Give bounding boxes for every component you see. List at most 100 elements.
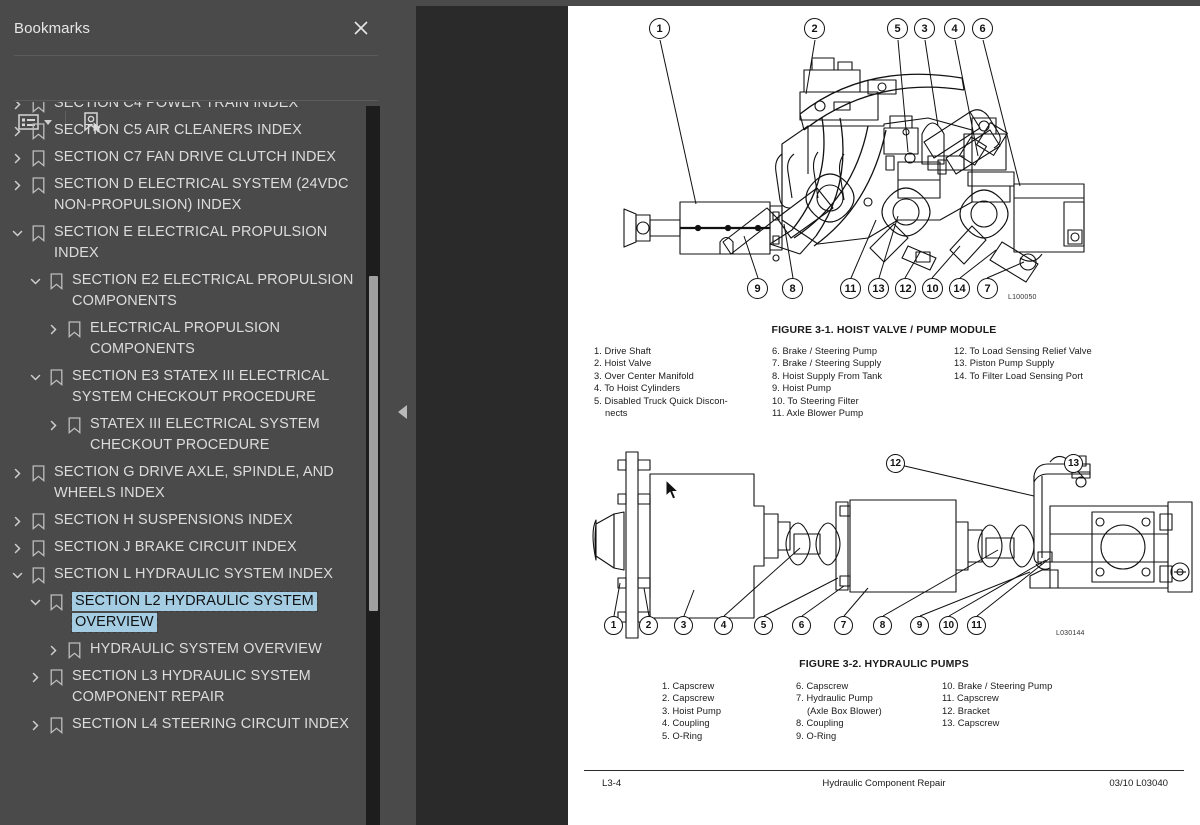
legend-entry: 9. O-Ring — [796, 730, 837, 741]
legend-entry: 3. Hoist Pump — [662, 705, 722, 716]
callout-2: 2 — [804, 18, 825, 39]
figure-3-1-legend-col-2: 6. Brake / Steering Pump 7. Brake / Steer… — [772, 345, 954, 419]
chevron-right-icon[interactable] — [44, 319, 62, 339]
bookmark-item[interactable]: SECTION H SUSPENSIONS INDEX — [0, 507, 372, 534]
footer-title: Hydraulic Component Repair — [822, 778, 946, 789]
chevron-right-icon[interactable] — [44, 415, 62, 435]
collapse-left-icon[interactable] — [398, 405, 407, 419]
chevron-right-icon[interactable] — [8, 175, 26, 195]
figure-3-1: 1 2 5 3 4 6 9 8 11 13 12 10 14 7 L100050… — [568, 6, 1200, 419]
chevron-right-icon[interactable] — [8, 463, 26, 483]
bookmark-item[interactable]: SECTION D ELECTRICAL SYSTEM (24VDC NON-P… — [0, 171, 372, 219]
header-divider — [14, 55, 378, 56]
callout-2: 2 — [639, 616, 658, 635]
chevron-right-icon[interactable] — [26, 715, 44, 735]
chevron-down-icon[interactable] — [8, 565, 26, 585]
close-icon[interactable] — [350, 17, 372, 39]
callout-9: 9 — [910, 616, 929, 635]
chevron-right-icon[interactable] — [8, 102, 26, 114]
bookmark-icon — [46, 271, 66, 291]
legend-entry: 11. Axle Blower Pump — [772, 408, 864, 419]
legend-entry: 4. Coupling — [662, 718, 710, 729]
hoist-valve-pump-module-illustration — [623, 39, 1085, 283]
bookmark-item[interactable]: SECTION E ELECTRICAL PROPULSION INDEX — [0, 219, 372, 267]
bookmarks-tree: SECTION C4 POWER TRAIN INDEX SECTION C5 A… — [0, 102, 372, 748]
bookmark-label: SECTION L3 HYDRAULIC SYSTEM COMPONENT RE… — [72, 668, 311, 705]
figure-3-2-legend-col-3: 10. Brake / Steering Pump 11. Capscrew 12.… — [942, 680, 1112, 742]
chevron-right-icon[interactable] — [8, 121, 26, 141]
figure-3-2-drawing-id: L030144 — [1056, 630, 1085, 637]
chevron-right-icon[interactable] — [8, 511, 26, 531]
bookmark-item[interactable]: SECTION C4 POWER TRAIN INDEX — [0, 102, 372, 117]
legend-entry: 5. O-Ring — [662, 730, 703, 741]
callout-9: 9 — [747, 278, 768, 299]
bookmark-label: SECTION L4 STEERING CIRCUIT INDEX — [72, 716, 349, 732]
chevron-right-icon[interactable] — [26, 667, 44, 687]
chevron-down-icon[interactable] — [8, 223, 26, 243]
legend-entry: nects — [605, 408, 628, 419]
bookmark-label: SECTION G DRIVE AXLE, SPINDLE, AND WHEEL… — [54, 464, 334, 501]
chevron-right-icon[interactable] — [8, 148, 26, 168]
bookmark-item[interactable]: HYDRAULIC SYSTEM OVERVIEW — [0, 636, 372, 663]
sidebar-scrollbar-track[interactable] — [366, 106, 380, 825]
bookmark-item[interactable]: SECTION J BRAKE CIRCUIT INDEX — [0, 534, 372, 561]
chevron-right-icon[interactable] — [8, 538, 26, 558]
bookmark-item[interactable]: STATEX III ELECTRICAL SYSTEM CHECKOUT PR… — [0, 411, 372, 459]
figure-3-1-drawing: 1 2 5 3 4 6 9 8 11 13 12 10 14 7 L100050 — [568, 6, 1200, 322]
bookmark-item[interactable]: SECTION L2 HYDRAULIC SYSTEM OVERVIEW — [0, 588, 372, 636]
bookmark-item[interactable]: ELECTRICAL PROPULSION COMPONENTS — [0, 315, 372, 363]
bookmark-item[interactable]: SECTION E2 ELECTRICAL PROPULSION COMPONE… — [0, 267, 372, 315]
callout-4: 4 — [944, 18, 965, 39]
figure-3-2-legend-col-2: 6. Capscrew 7. Hydraulic Pump (Axle Box Bl… — [796, 680, 942, 742]
bookmark-item[interactable]: SECTION E3 STATEX III ELECTRICAL SYSTEM … — [0, 363, 372, 411]
callout-8: 8 — [782, 278, 803, 299]
chevron-right-icon[interactable] — [44, 640, 62, 660]
pdf-viewer[interactable]: 1 2 5 3 4 6 9 8 11 13 12 10 14 7 L100050… — [416, 6, 1200, 825]
legend-entry: 6. Capscrew — [796, 681, 849, 691]
figure-3-2: 12 13 1 2 3 4 5 6 7 8 9 10 11 L030144 FI… — [568, 438, 1200, 742]
bookmark-icon — [46, 367, 66, 387]
callout-6: 6 — [972, 18, 993, 39]
legend-entry: 14. To Filter Load Sensing Port — [954, 370, 1084, 381]
bookmark-icon — [28, 463, 48, 483]
legend-entry: (Axle Box Blower) — [807, 705, 882, 716]
legend-entry: 11. Capscrew — [942, 693, 999, 704]
bookmark-icon — [46, 715, 66, 735]
callout-1: 1 — [604, 616, 623, 635]
pdf-reader-window: Bookmarks SECTION C4 POWER TRAIN INDEX S… — [0, 0, 1200, 825]
bookmark-icon — [28, 102, 48, 114]
bookmark-item[interactable]: SECTION G DRIVE AXLE, SPINDLE, AND WHEEL… — [0, 459, 372, 507]
bookmark-label: SECTION H SUSPENSIONS INDEX — [54, 512, 293, 528]
chevron-down-icon[interactable] — [26, 271, 44, 291]
page-content: 1 2 5 3 4 6 9 8 11 13 12 10 14 7 L100050… — [568, 6, 1200, 825]
bookmark-item[interactable]: SECTION L3 HYDRAULIC SYSTEM COMPONENT RE… — [0, 663, 372, 711]
bookmark-icon — [28, 223, 48, 243]
callout-4: 4 — [714, 616, 733, 635]
bookmark-item[interactable]: SECTION C7 FAN DRIVE CLUTCH INDEX — [0, 144, 372, 171]
legend-entry: 10. Brake / Steering Pump — [942, 681, 1053, 691]
legend-entry: 7. Brake / Steering Supply — [772, 358, 882, 369]
bookmark-label: SECTION L HYDRAULIC SYSTEM INDEX — [54, 566, 334, 582]
pdf-page: 1 2 5 3 4 6 9 8 11 13 12 10 14 7 L100050… — [568, 6, 1200, 825]
legend-entry: 3. Over Center Manifold — [594, 370, 694, 381]
chevron-down-icon[interactable] — [26, 592, 44, 612]
bookmark-item[interactable]: SECTION L HYDRAULIC SYSTEM INDEX — [0, 561, 372, 588]
chevron-down-icon[interactable] — [26, 367, 44, 387]
sidebar-scrollbar-thumb[interactable] — [369, 276, 378, 611]
bookmark-label: SECTION E ELECTRICAL PROPULSION INDEX — [54, 224, 328, 261]
legend-entry: 2. Hoist Valve — [594, 358, 652, 369]
legend-entry: 7. Hydraulic Pump — [796, 693, 873, 704]
figure-3-2-legend: 1. Capscrew 2. Capscrew 3. Hoist Pump 4. Co… — [568, 680, 1200, 742]
bookmark-icon — [28, 175, 48, 195]
bookmarks-tree-scroll[interactable]: SECTION C4 POWER TRAIN INDEX SECTION C5 A… — [0, 102, 388, 825]
footer-doc-code: 03/10 L03040 — [1109, 778, 1168, 789]
bookmark-icon — [64, 319, 84, 339]
callout-12: 12 — [895, 278, 916, 299]
bookmark-item[interactable]: SECTION L4 STEERING CIRCUIT INDEX — [0, 711, 372, 738]
bookmark-item[interactable]: SECTION C5 AIR CLEANERS INDEX — [0, 117, 372, 144]
bookmark-label: SECTION E3 STATEX III ELECTRICAL SYSTEM … — [72, 368, 329, 405]
bookmark-label: SECTION E2 ELECTRICAL PROPULSION COMPONE… — [72, 272, 354, 309]
bookmark-icon — [46, 667, 66, 687]
callout-13: 13 — [1064, 454, 1083, 473]
legend-entry: 2. Capscrew — [662, 693, 715, 704]
